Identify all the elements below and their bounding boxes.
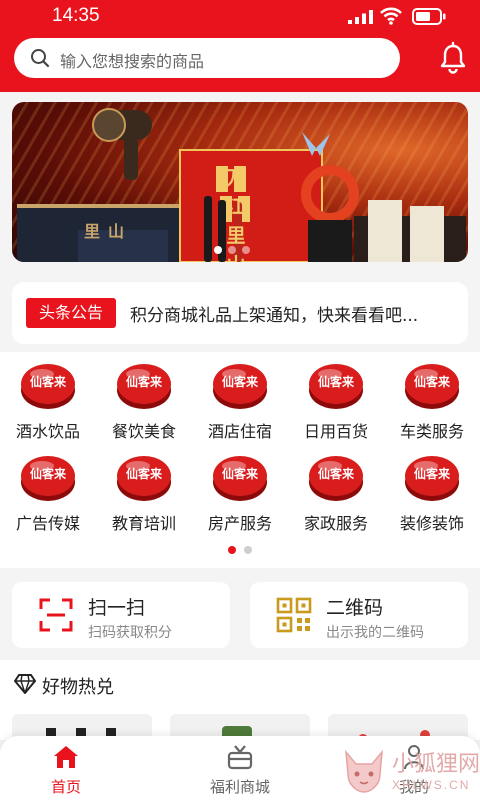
category-label: 酒店住宿: [207, 422, 272, 441]
category-badge-text: 仙客来: [29, 467, 66, 481]
category-item[interactable]: 仙客来 酒店住宿: [192, 352, 288, 442]
gift-icon: [227, 745, 253, 770]
watermark-text-2: XHLWS.CN: [392, 778, 471, 792]
category-item[interactable]: 仙客来 广告传媒: [0, 444, 96, 534]
qrcode-icon: [276, 597, 312, 633]
category-badge-text: 仙客来: [413, 467, 450, 481]
category-item[interactable]: 仙客来 房产服务: [192, 444, 288, 534]
category-label: 广告传媒: [15, 514, 80, 533]
diamond-icon: [14, 674, 36, 696]
category-item[interactable]: 仙客来 餐饮美食: [96, 352, 192, 442]
signal-icon: [348, 10, 373, 24]
tab-home-label: 首页: [50, 778, 81, 796]
category-item[interactable]: 仙客来 日用百货: [288, 352, 384, 442]
category-label: 日用百货: [303, 422, 368, 441]
banner-box-text: 里山: [84, 222, 133, 241]
search-icon: [31, 49, 50, 68]
category-label: 车类服务: [399, 422, 464, 441]
category-label: 酒水饮品: [15, 422, 80, 441]
category-badge-text: 仙客来: [221, 467, 258, 481]
category-item[interactable]: 仙客来 教育培训: [96, 444, 192, 534]
category-label: 家政服务: [303, 514, 368, 533]
hot-items-section: 好物热兑: [0, 660, 480, 754]
category-badge-text: 仙客来: [317, 375, 354, 389]
banner-dot-2: [228, 246, 236, 254]
category-label: 装修装饰: [399, 514, 464, 533]
category-badge-text: 仙客来: [317, 467, 354, 481]
scan-icon: [39, 598, 73, 632]
fox-logo-icon: [345, 749, 383, 793]
tab-mall-label: 福利商城: [209, 778, 270, 796]
status-bar: 14:35: [0, 0, 480, 34]
watermark-text-1: 小狐狸网: [392, 751, 480, 776]
category-item[interactable]: 仙客来 家政服务: [288, 444, 384, 534]
tab-home[interactable]: 首页: [6, 736, 126, 800]
promo-banner[interactable]: 万江里山 里山: [12, 102, 468, 262]
search-placeholder: 输入您想搜索的商品: [60, 52, 205, 71]
category-item[interactable]: 仙客来 酒水饮品: [0, 352, 96, 442]
category-label: 房产服务: [207, 514, 272, 533]
scan-subtitle: 扫码获取积分: [88, 625, 172, 641]
hot-items-header: 好物热兑: [14, 674, 114, 698]
category-badge-text: 仙客来: [125, 375, 162, 389]
qrcode-card[interactable]: 二维码 出示我的二维码: [250, 582, 468, 648]
category-badge-text: 仙客来: [29, 375, 66, 389]
page-dot-2: [244, 546, 252, 554]
banner-indicator: [214, 246, 266, 254]
qrcode-subtitle: 出示我的二维码: [326, 625, 424, 641]
bell-icon[interactable]: [436, 41, 470, 75]
search-input[interactable]: 输入您想搜索的商品: [14, 38, 400, 78]
qrcode-title: 二维码: [326, 597, 384, 619]
wifi-icon: [380, 7, 402, 25]
category-grid: 仙客来 酒水饮品 仙客来 餐饮美食 仙客来 酒店住宿 仙客来 日用百货 仙客来 车类服务 仙客来 广告…: [0, 352, 480, 568]
tab-mall[interactable]: 福利商城: [180, 736, 300, 800]
home-icon: [54, 746, 78, 768]
category-item[interactable]: 仙客来 装修装饰: [384, 444, 480, 534]
category-badge-text: 仙客来: [221, 375, 258, 389]
status-time: 14:35: [52, 5, 100, 26]
category-badge-text: 仙客来: [413, 375, 450, 389]
category-label: 教育培训: [111, 514, 176, 533]
category-label: 餐饮美食: [111, 422, 176, 441]
watermark: 小狐狸网 XHLWS.CN: [340, 742, 480, 800]
notice-text: 积分商城礼品上架通知，快来看看吧...: [130, 306, 419, 326]
notice-tag: 头条公告: [26, 298, 116, 328]
banner-dot-3: [242, 246, 250, 254]
scan-card[interactable]: 扫一扫 扫码获取积分: [12, 582, 230, 648]
category-badge-text: 仙客来: [125, 467, 162, 481]
page-dot-1: [228, 546, 236, 554]
notice-bar[interactable]: 头条公告 积分商城礼品上架通知，快来看看吧...: [12, 282, 468, 344]
scan-title: 扫一扫: [88, 597, 146, 619]
banner-dot-1: [214, 246, 222, 254]
header: 14:35 输入您想搜索的商品: [0, 0, 480, 92]
battery-icon: [412, 8, 446, 25]
hair-dryer-image: [92, 108, 152, 180]
quick-actions: 扫一扫 扫码获取积分 二维码 出示我的二维码: [0, 572, 480, 660]
hot-items-title: 好物热兑: [42, 677, 114, 698]
category-item[interactable]: 仙客来 车类服务: [384, 352, 480, 442]
